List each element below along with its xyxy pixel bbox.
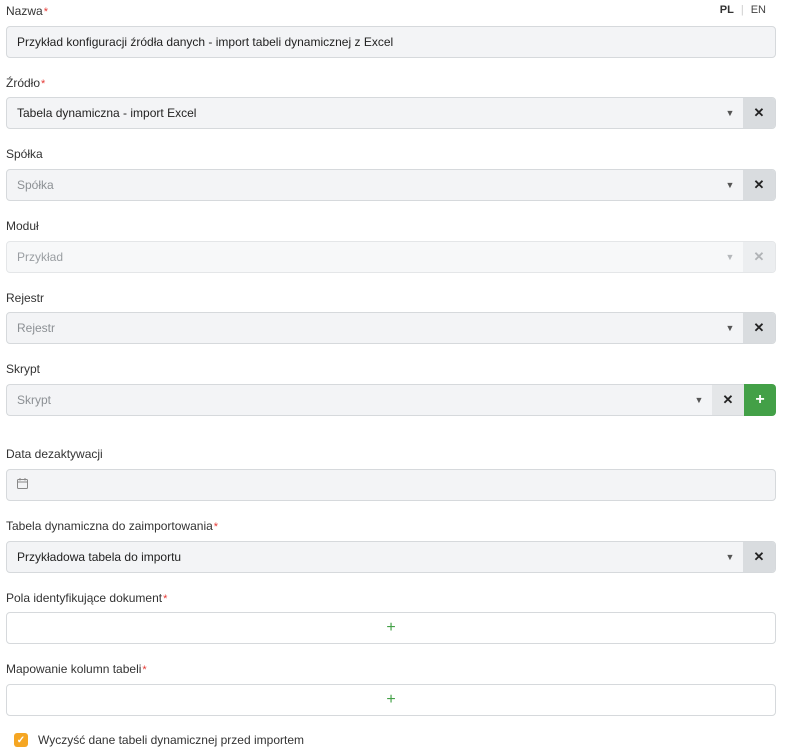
modul-label: Moduł bbox=[6, 219, 39, 233]
zrodlo-value: Tabela dynamiczna - import Excel bbox=[17, 106, 197, 120]
add-script-button[interactable]: + bbox=[744, 384, 776, 416]
chevron-down-icon[interactable]: ▼ bbox=[717, 313, 743, 343]
spolka-label: Spółka bbox=[6, 147, 43, 161]
zrodlo-select[interactable]: Tabela dynamiczna - import Excel ▼ ✕ bbox=[6, 97, 776, 129]
tabela-select[interactable]: Przykładowa tabela do importu ▼ ✕ bbox=[6, 541, 776, 573]
chevron-down-icon[interactable]: ▼ bbox=[717, 98, 743, 128]
clear-icon[interactable]: ✕ bbox=[712, 385, 744, 415]
nazwa-label: Nazwa* bbox=[6, 4, 48, 18]
chevron-down-icon[interactable]: ▼ bbox=[717, 542, 743, 572]
modul-placeholder: Przykład bbox=[17, 250, 64, 264]
nazwa-input[interactable]: Przykład konfiguracji źródła danych - im… bbox=[6, 26, 776, 58]
date-input[interactable] bbox=[6, 469, 776, 501]
modul-select: Przykład ▼ ✕ bbox=[6, 241, 776, 273]
mapowanie-label: Mapowanie kolumn tabeli* bbox=[6, 662, 147, 676]
wyczysc-checkbox[interactable]: ✓ bbox=[14, 733, 28, 747]
skrypt-label: Skrypt bbox=[6, 362, 41, 376]
chevron-down-icon: ▼ bbox=[725, 252, 735, 262]
wyczysc-label: Wyczyść dane tabeli dynamicznej przed im… bbox=[38, 733, 304, 747]
tabela-value: Przykładowa tabela do importu bbox=[17, 550, 182, 564]
add-column-mapping-button[interactable]: + bbox=[6, 684, 776, 716]
add-identifying-field-button[interactable]: + bbox=[6, 612, 776, 644]
spolka-select[interactable]: Spółka ▼ ✕ bbox=[6, 169, 776, 201]
clear-icon[interactable]: ✕ bbox=[743, 170, 775, 200]
skrypt-select-group: Skrypt ▼ ✕ + bbox=[6, 384, 776, 416]
rejestr-select[interactable]: Rejestr ▼ ✕ bbox=[6, 312, 776, 344]
plus-icon: + bbox=[386, 691, 396, 708]
rejestr-label: Rejestr bbox=[6, 291, 45, 305]
clear-icon[interactable]: ✕ bbox=[743, 313, 775, 343]
tabela-label: Tabela dynamiczna do zaimportowania* bbox=[6, 519, 219, 533]
required-marker: * bbox=[213, 521, 219, 533]
pola-label: Pola identyfikujące dokument* bbox=[6, 591, 168, 605]
clear-icon[interactable]: ✕ bbox=[743, 542, 775, 572]
required-marker: * bbox=[142, 664, 147, 676]
lang-en[interactable]: EN bbox=[751, 4, 766, 16]
required-marker: * bbox=[41, 78, 46, 90]
spolka-placeholder: Spółka bbox=[17, 178, 54, 192]
calendar-icon bbox=[17, 478, 28, 492]
clear-icon[interactable]: ✕ bbox=[743, 98, 775, 128]
skrypt-select[interactable]: Skrypt ▼ ✕ bbox=[6, 384, 744, 416]
rejestr-placeholder: Rejestr bbox=[17, 321, 56, 335]
lang-pl[interactable]: PL bbox=[720, 4, 734, 16]
language-switch: PL | EN bbox=[720, 4, 766, 16]
clear-icon: ✕ bbox=[743, 242, 775, 272]
zrodlo-label: Źródło* bbox=[6, 76, 46, 90]
required-marker: * bbox=[163, 593, 168, 605]
plus-icon: + bbox=[386, 619, 396, 636]
nazwa-value: Przykład konfiguracji źródła danych - im… bbox=[17, 35, 394, 49]
chevron-down-icon[interactable]: ▼ bbox=[686, 385, 712, 415]
skrypt-placeholder: Skrypt bbox=[17, 393, 52, 407]
chevron-down-icon[interactable]: ▼ bbox=[717, 170, 743, 200]
lang-separator: | bbox=[740, 4, 744, 16]
wyczysc-checkbox-row[interactable]: ✓ Wyczyść dane tabeli dynamicznej przed … bbox=[14, 733, 304, 747]
data-dezaktywacji-label: Data dezaktywacji bbox=[6, 447, 103, 461]
required-marker: * bbox=[43, 6, 48, 18]
